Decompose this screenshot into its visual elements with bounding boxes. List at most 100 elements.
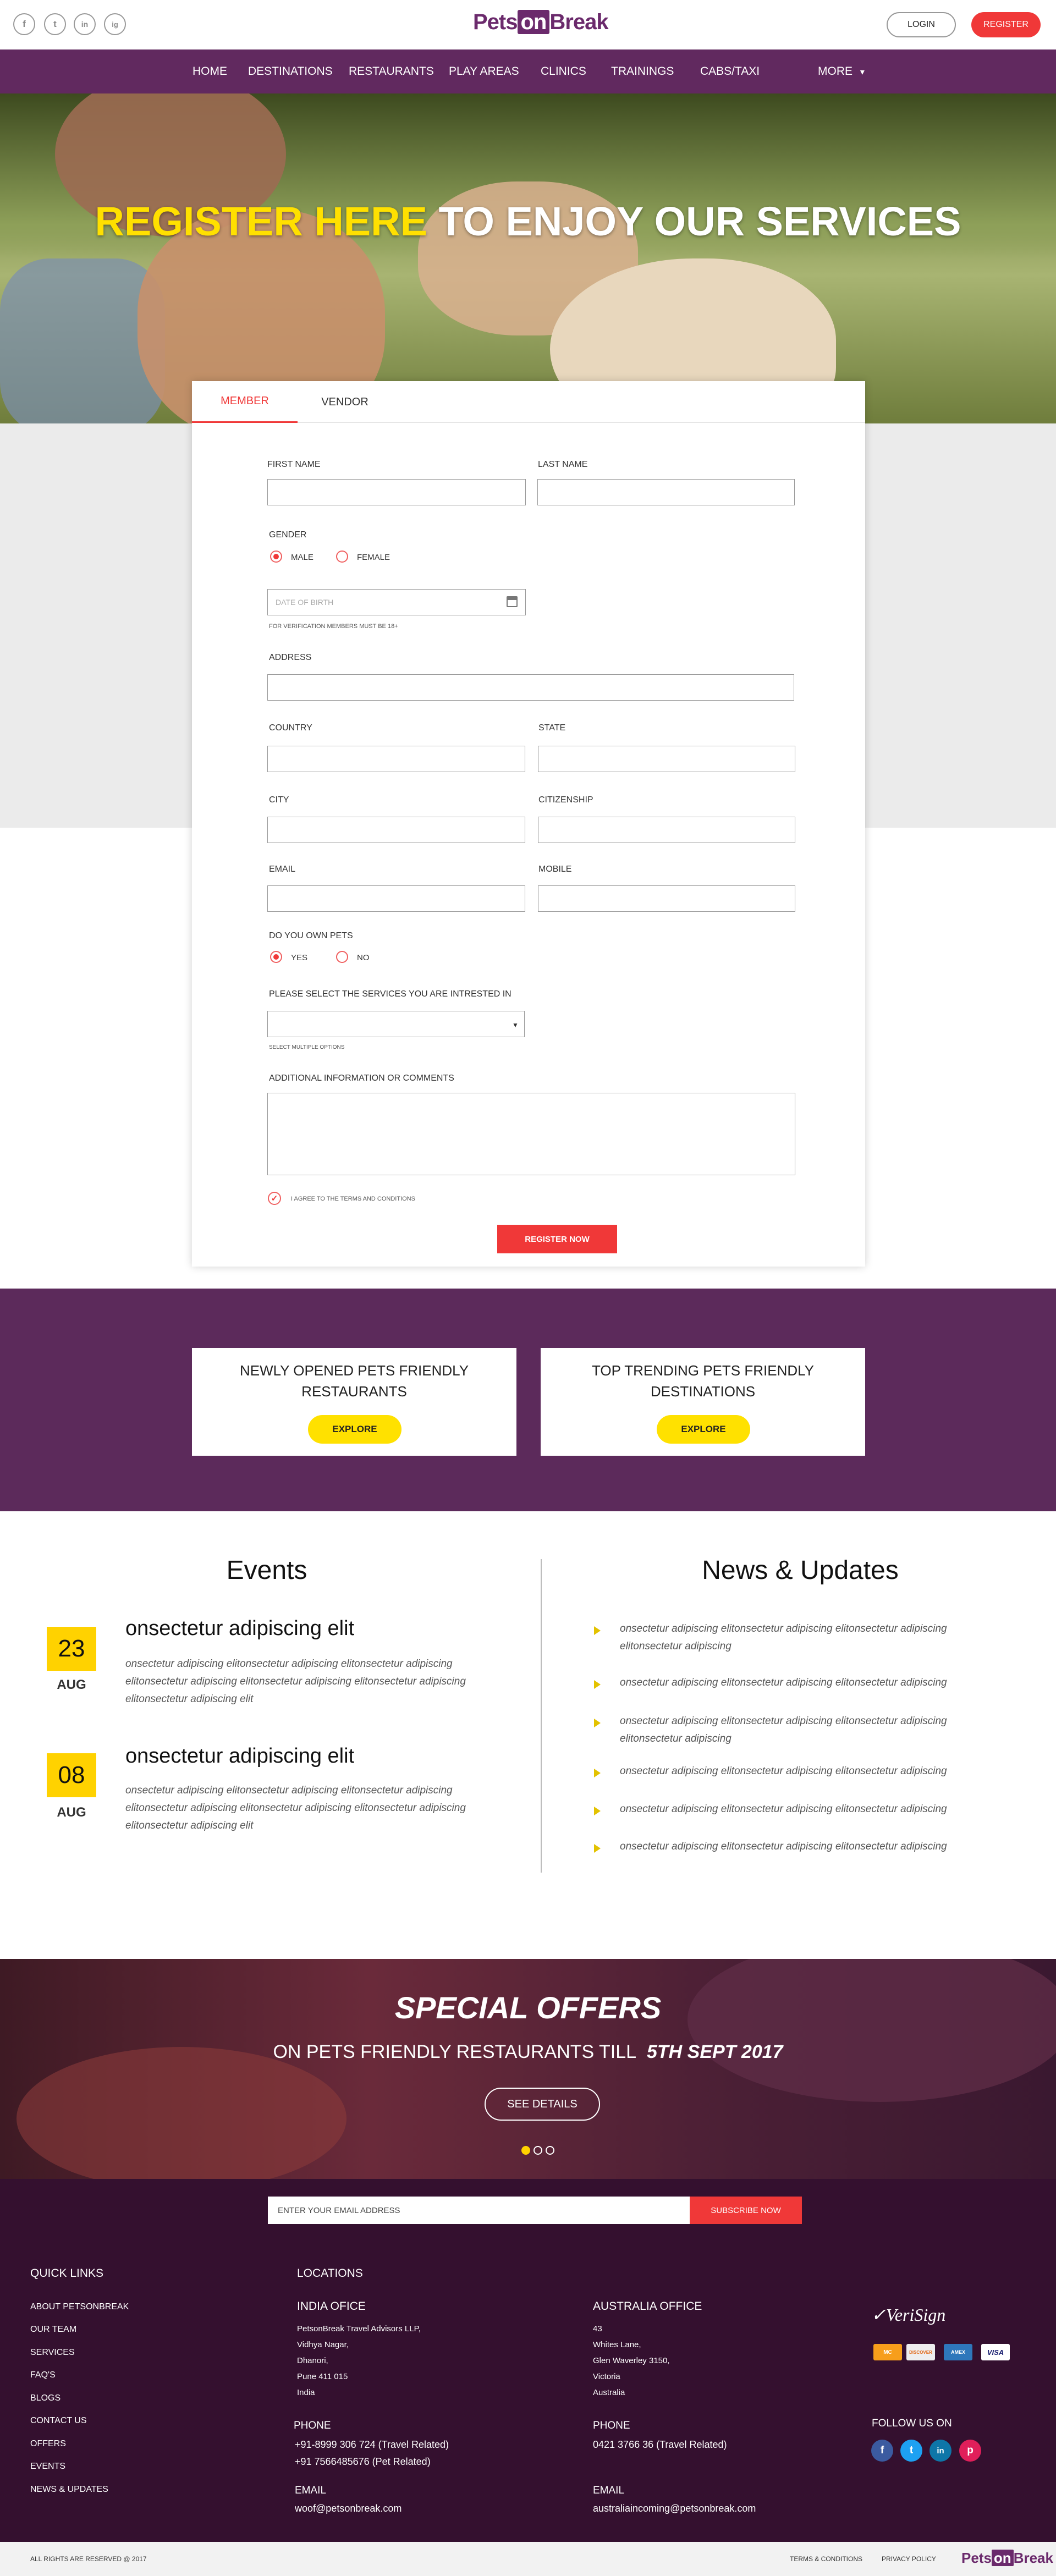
address-input[interactable] bbox=[267, 674, 794, 701]
address-line: Vidhya Nagar, bbox=[297, 2340, 349, 2349]
services-label: PLEASE SELECT THE SERVICES YOU ARE INTRE… bbox=[269, 989, 512, 999]
terms-checkbox[interactable]: ✓ bbox=[268, 1192, 281, 1205]
quick-link[interactable]: SERVICES bbox=[30, 2348, 75, 2358]
see-details-button[interactable]: SEE DETAILS bbox=[485, 2088, 600, 2121]
carousel-dot-active[interactable] bbox=[521, 2146, 530, 2155]
gender-female-radio[interactable] bbox=[336, 551, 348, 563]
quick-link[interactable]: ABOUT PETSONBREAK bbox=[30, 2302, 129, 2312]
australia-phone[interactable]: 0421 3766 36 (Travel Related) bbox=[593, 2436, 727, 2453]
australia-email[interactable]: australiaincoming@petsonbreak.com bbox=[593, 2500, 756, 2517]
bullet-triangle-icon bbox=[594, 1769, 601, 1777]
special-offers-banner: SPECIAL OFFERS ON PETS FRIENDLY RESTAURA… bbox=[0, 1959, 1056, 2179]
privacy-link[interactable]: PRIVACY POLICY bbox=[882, 2555, 936, 2563]
nav-item-restaurants[interactable]: RESTAURANTS bbox=[349, 65, 434, 78]
australia-office-title: AUSTRALIA OFFICE bbox=[593, 2300, 702, 2313]
news-title: News & Updates bbox=[702, 1556, 899, 1585]
offers-title: SPECIAL OFFERS bbox=[394, 1990, 662, 2025]
carousel-dot[interactable] bbox=[534, 2146, 542, 2155]
quick-link[interactable]: CONTACT US bbox=[30, 2416, 87, 2426]
twitter-icon[interactable]: t bbox=[44, 13, 66, 35]
email-input[interactable] bbox=[267, 885, 525, 912]
india-address: PetsonBreak Travel Advisors LLP, Vidhya … bbox=[297, 2321, 421, 2401]
quick-link[interactable]: BLOGS bbox=[30, 2393, 61, 2403]
nav-item-home[interactable]: HOME bbox=[193, 65, 227, 78]
site-footer: ENTER YOUR EMAIL ADDRESS SUBSCRIBE NOW Q… bbox=[0, 2179, 1056, 2542]
pinterest-icon[interactable]: p bbox=[959, 2440, 981, 2462]
event-body: onsectetur adipiscing elitonsectetur adi… bbox=[125, 1658, 466, 1705]
promo-title: TOP TRENDING PETS FRIENDLY DESTINATIONS bbox=[541, 1360, 865, 1402]
promo-line: RESTAURANTS bbox=[301, 1383, 407, 1400]
news-item[interactable]: onsectetur adipiscing elitonsectetur adi… bbox=[620, 1838, 983, 1856]
india-phones: +91-8999 306 724 (Travel Related) +91 75… bbox=[295, 2436, 449, 2470]
services-select[interactable] bbox=[267, 1011, 525, 1037]
instagram-icon[interactable]: ig bbox=[104, 13, 126, 35]
tab-member[interactable]: MEMBER bbox=[192, 381, 298, 423]
own-pets-no-radio[interactable] bbox=[336, 951, 348, 963]
carousel-dot[interactable] bbox=[546, 2146, 554, 2155]
citizenship-label: CITIZENSHIP bbox=[538, 795, 593, 805]
gender-male-radio[interactable] bbox=[270, 551, 282, 563]
footer-logo[interactable]: Pets on Break bbox=[961, 2550, 1053, 2567]
quick-link[interactable]: OFFERS bbox=[30, 2439, 66, 2449]
promo-line: NEWLY OPENED PETS FRIENDLY bbox=[239, 1362, 469, 1379]
city-input[interactable] bbox=[267, 817, 525, 843]
main-nav: HOME DESTINATIONS RESTAURANTS PLAY AREAS… bbox=[0, 49, 1056, 93]
nav-item-play-areas[interactable]: PLAY AREAS bbox=[449, 65, 519, 78]
facebook-icon[interactable]: f bbox=[871, 2440, 893, 2462]
quick-link[interactable]: FAQ'S bbox=[30, 2370, 56, 2380]
twitter-icon[interactable]: t bbox=[900, 2440, 922, 2462]
subscribe-button[interactable]: SUBSCRIBE NOW bbox=[690, 2197, 802, 2224]
linkedin-icon[interactable]: in bbox=[930, 2440, 952, 2462]
form-tabs: MEMBER VENDOR bbox=[192, 381, 865, 423]
quick-link[interactable]: EVENTS bbox=[30, 2462, 65, 2472]
linkedin-icon[interactable]: in bbox=[74, 13, 96, 35]
own-pets-yes-radio[interactable] bbox=[270, 951, 282, 963]
news-item[interactable]: onsectetur adipiscing elitonsectetur adi… bbox=[620, 1620, 983, 1655]
site-logo[interactable]: Pets on Break bbox=[473, 10, 609, 35]
citizenship-input[interactable] bbox=[538, 817, 795, 843]
email-label: EMAIL bbox=[269, 865, 296, 874]
first-name-label: FIRST NAME bbox=[267, 460, 321, 469]
logo-part: Break bbox=[1013, 2550, 1053, 2566]
chevron-down-icon[interactable]: ▼ bbox=[512, 1021, 519, 1029]
register-button[interactable]: REGISTER bbox=[971, 12, 1041, 37]
explore-button[interactable]: EXPLORE bbox=[308, 1415, 402, 1444]
nav-item-cabs-taxi[interactable]: CABS/TAXI bbox=[700, 65, 760, 78]
news-item[interactable]: onsectetur adipiscing elitonsectetur adi… bbox=[620, 1674, 983, 1692]
quick-link[interactable]: NEWS & UPDATES bbox=[30, 2485, 108, 2495]
promo-card-restaurants: NEWLY OPENED PETS FRIENDLY RESTAURANTS EX… bbox=[192, 1348, 516, 1456]
dob-placeholder: DATE OF BIRTH bbox=[276, 598, 334, 607]
tab-vendor[interactable]: VENDOR bbox=[298, 381, 392, 423]
newsletter-email-input[interactable]: ENTER YOUR EMAIL ADDRESS bbox=[268, 2197, 690, 2224]
nav-item-destinations[interactable]: DESTINATIONS bbox=[248, 65, 333, 78]
own-pets-label: DO YOU OWN PETS bbox=[269, 931, 353, 940]
nav-item-trainings[interactable]: TRAININGS bbox=[611, 65, 674, 78]
last-name-input[interactable] bbox=[537, 479, 795, 505]
phone-number[interactable]: +91 7566485676 (Pet Related) bbox=[295, 2453, 449, 2470]
date-of-birth-input[interactable]: DATE OF BIRTH bbox=[267, 589, 526, 615]
chevron-down-icon: ▾ bbox=[860, 68, 865, 77]
nav-item-clinics[interactable]: CLINICS bbox=[541, 65, 586, 78]
verisign-logo: ✓VeriSign bbox=[871, 2304, 945, 2325]
mobile-input[interactable] bbox=[538, 885, 795, 912]
register-now-button[interactable]: REGISTER NOW bbox=[497, 1225, 617, 1253]
event-title[interactable]: onsectetur adipiscing elit bbox=[125, 1744, 354, 1768]
additional-info-textarea[interactable] bbox=[267, 1093, 795, 1175]
india-email[interactable]: woof@petsonbreak.com bbox=[295, 2500, 402, 2517]
country-input[interactable] bbox=[267, 746, 525, 772]
calendar-icon[interactable] bbox=[507, 596, 518, 607]
facebook-icon[interactable]: f bbox=[13, 13, 35, 35]
section-divider bbox=[541, 1559, 542, 1873]
news-item[interactable]: onsectetur adipiscing elitonsectetur adi… bbox=[620, 1763, 983, 1780]
nav-item-more[interactable]: MORE ▾ bbox=[818, 65, 865, 78]
news-item[interactable]: onsectetur adipiscing elitonsectetur adi… bbox=[620, 1713, 983, 1748]
terms-link[interactable]: TERMS & CONDITIONS bbox=[790, 2555, 862, 2563]
phone-number[interactable]: +91-8999 306 724 (Travel Related) bbox=[295, 2436, 449, 2453]
event-title[interactable]: onsectetur adipiscing elit bbox=[125, 1617, 354, 1641]
news-item[interactable]: onsectetur adipiscing elitonsectetur adi… bbox=[620, 1801, 983, 1818]
state-input[interactable] bbox=[538, 746, 795, 772]
login-button[interactable]: LOGIN bbox=[887, 12, 956, 37]
first-name-input[interactable] bbox=[267, 479, 526, 505]
explore-button[interactable]: EXPLORE bbox=[657, 1415, 750, 1444]
quick-link[interactable]: OUR TEAM bbox=[30, 2325, 76, 2335]
